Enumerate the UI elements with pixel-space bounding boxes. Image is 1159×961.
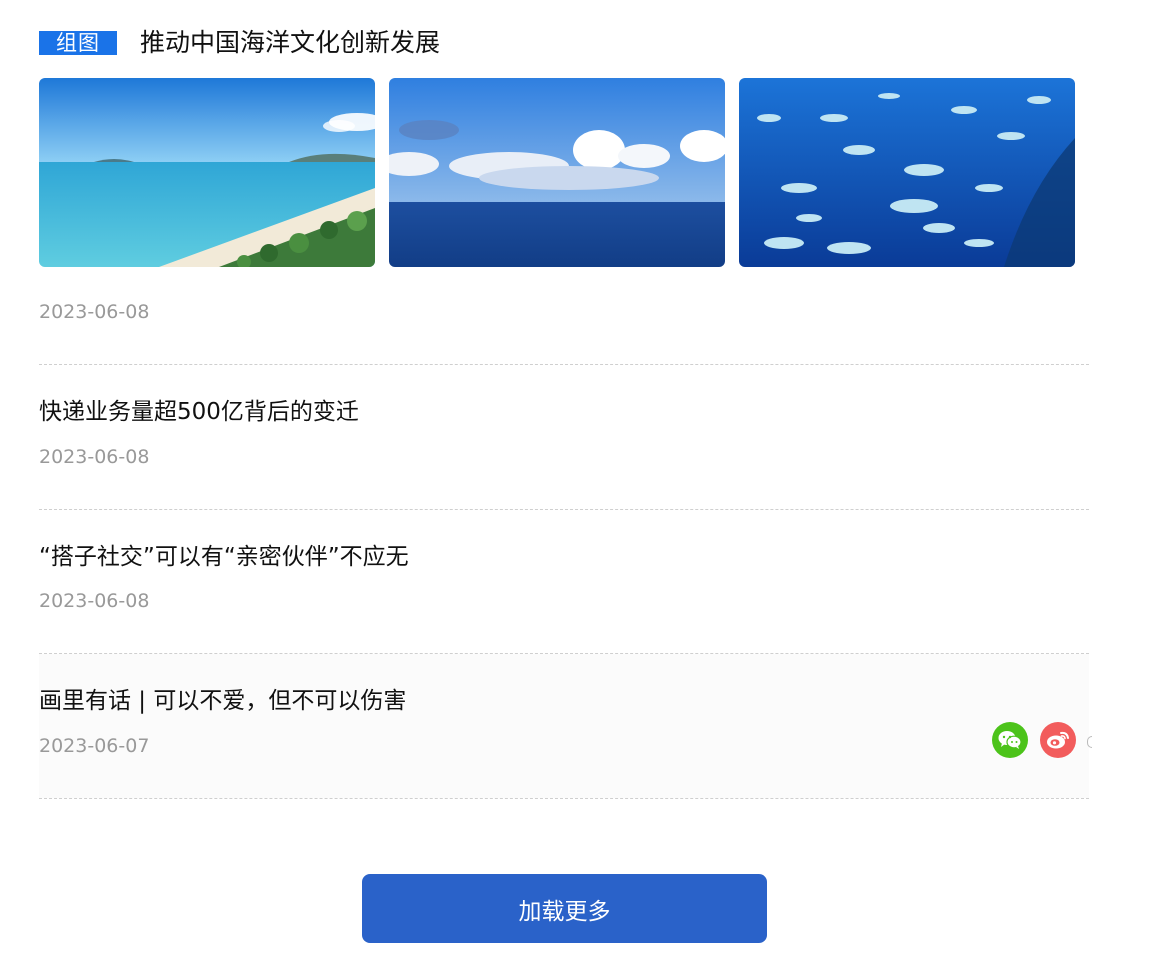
photo-clouds-sea[interactable] bbox=[389, 78, 725, 267]
gallery-date: 2023-06-08 bbox=[39, 301, 150, 323]
wechat-icon bbox=[998, 731, 1022, 749]
article-title[interactable]: 快递业务量超500亿背后的变迁 bbox=[39, 397, 359, 427]
weibo-share-button[interactable] bbox=[1040, 722, 1076, 758]
gallery-item-header[interactable]: 组图 推动中国海洋文化创新发展 bbox=[39, 26, 1089, 62]
weibo-icon bbox=[1047, 731, 1069, 749]
gallery-tag: 组图 bbox=[39, 31, 117, 55]
article-date: 2023-06-07 bbox=[39, 735, 150, 757]
divider bbox=[39, 798, 1089, 799]
article-title[interactable]: “搭子社交”可以有“亲密伙伴”不应无 bbox=[39, 542, 409, 572]
divider bbox=[39, 364, 1089, 365]
photo-fish-school[interactable] bbox=[739, 78, 1075, 267]
gallery-title[interactable]: 推动中国海洋文化创新发展 bbox=[140, 26, 440, 60]
gallery-photos bbox=[39, 78, 1089, 267]
article-date: 2023-06-08 bbox=[39, 590, 150, 612]
share-more-edge[interactable] bbox=[1087, 736, 1092, 748]
article-date: 2023-06-08 bbox=[39, 446, 150, 468]
load-more-button[interactable]: 加载更多 bbox=[362, 874, 767, 943]
wechat-share-button[interactable] bbox=[992, 722, 1028, 758]
divider bbox=[39, 509, 1089, 510]
photo-beach[interactable] bbox=[39, 78, 375, 267]
article-title[interactable]: 画里有话 | 可以不爱，但不可以伤害 bbox=[39, 686, 406, 716]
list-item-hovered[interactable] bbox=[39, 654, 1089, 798]
